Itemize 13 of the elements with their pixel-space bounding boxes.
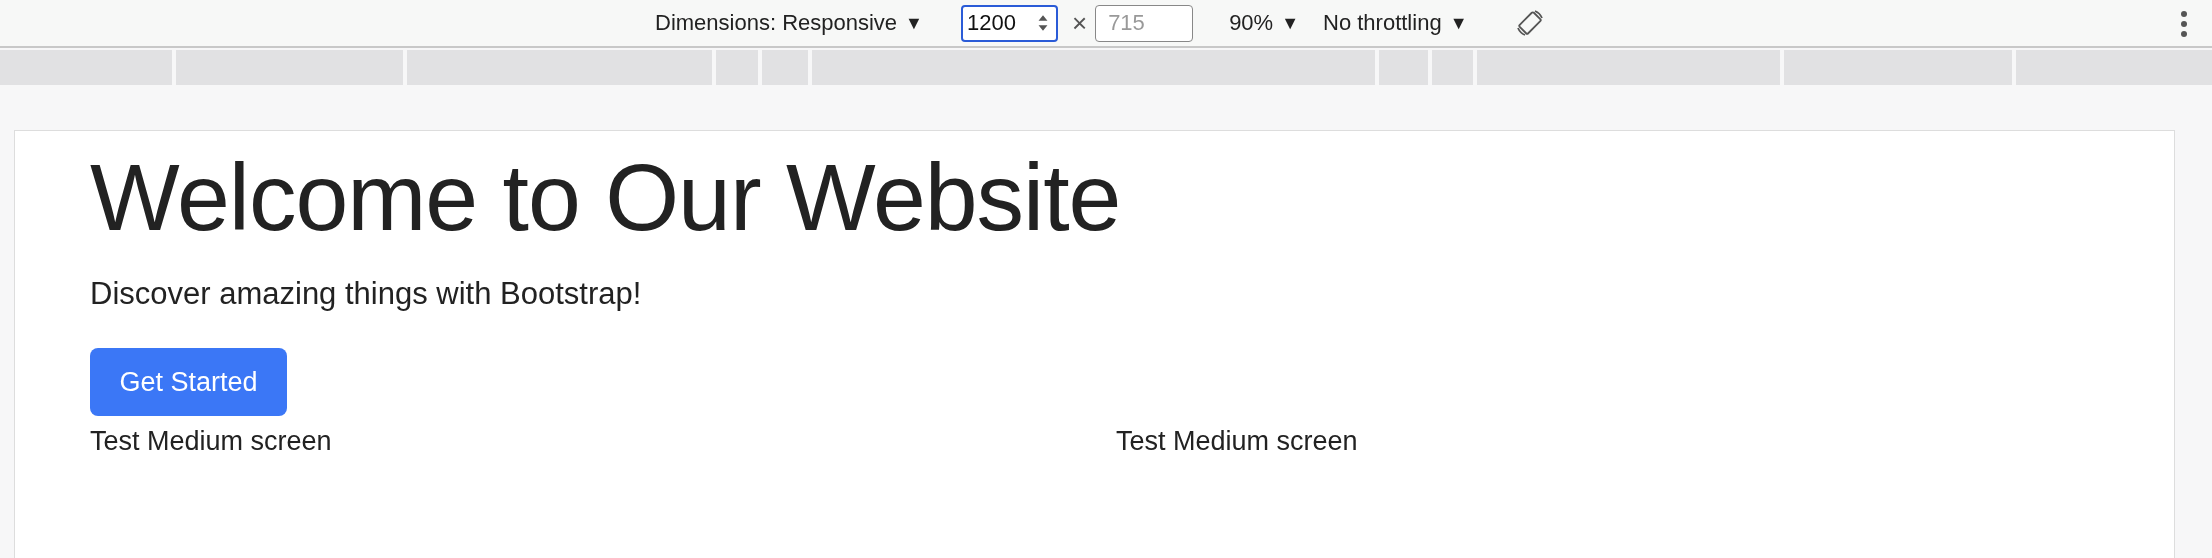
throttling-dropdown[interactable]: No throttling ▼ [1323,10,1468,36]
column-text: Test Medium screen [90,426,332,457]
subtitle: Discover amazing things with Bootstrap! [90,276,643,313]
rotate-icon[interactable] [1515,8,1546,38]
times-sign: × [1071,7,1088,39]
heading: Welcome to Our Website [90,143,1122,252]
zoom-dropdown[interactable]: 90% ▼ [1229,10,1299,36]
dimensions-dropdown[interactable]: Dimensions: Responsive ▼ [655,10,923,36]
more-icon[interactable] [2180,9,2188,39]
width-field[interactable]: 1200 [960,4,1058,42]
get-started-button[interactable]: Get Started [90,348,287,417]
height-field[interactable]: 715 [1095,4,1194,42]
column-text: Test Medium screen [1116,426,1358,457]
